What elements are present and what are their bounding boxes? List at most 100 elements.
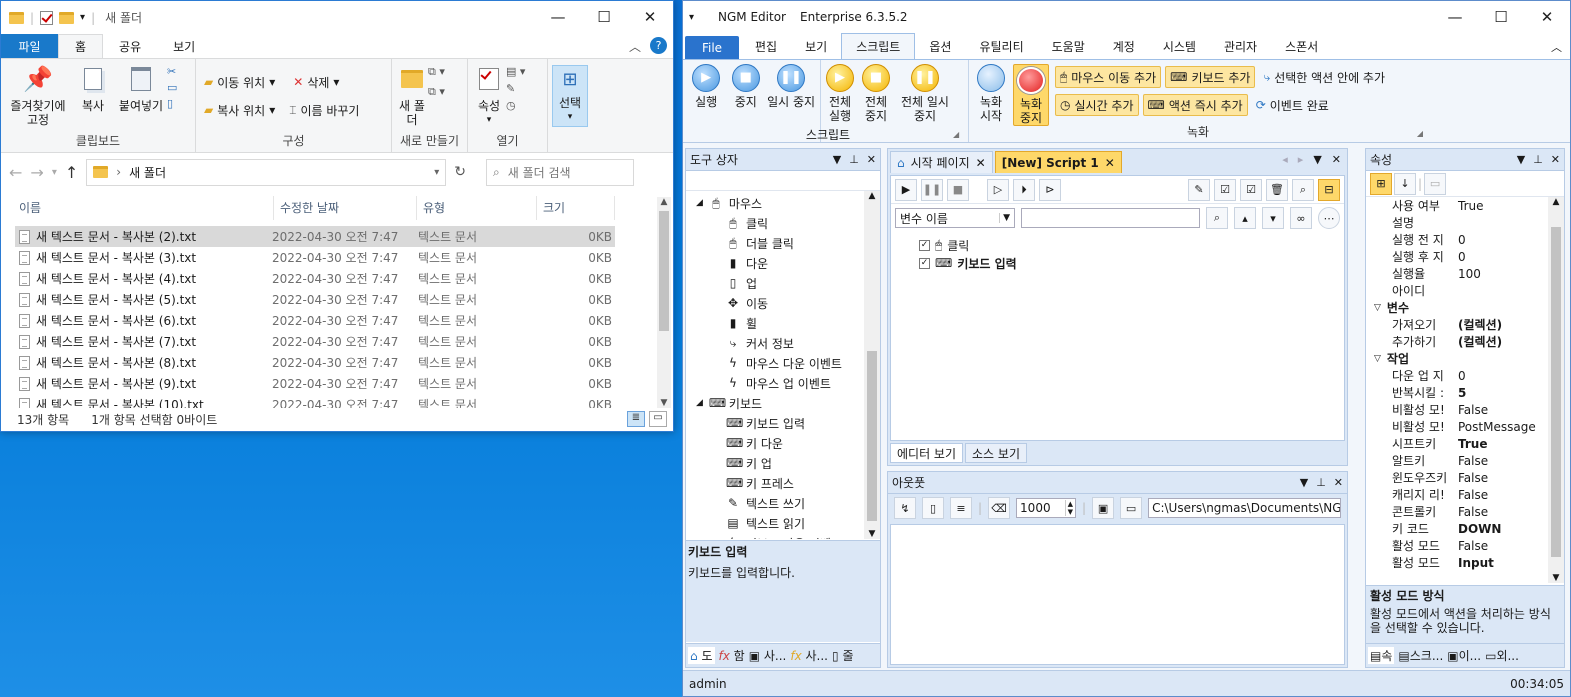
property-row[interactable]: 다운 업 지 0 <box>1366 367 1548 384</box>
close-icon[interactable]: ✕ <box>1524 1 1570 33</box>
variable-select[interactable]: 변수 이름 ▼ <box>895 208 1015 228</box>
file-row[interactable]: 새 텍스트 문서 - 복사본 (8).txt 2022-04-30 오전 7:47… <box>15 352 615 373</box>
new-item-icon[interactable]: ⧉ ▾ <box>428 65 445 79</box>
properties-quick-icon[interactable] <box>40 10 54 25</box>
add-in-selected-button[interactable]: ⤷ 선택한 액션 안에 추가 <box>1259 66 1389 88</box>
tab-images[interactable]: ▣이... <box>1447 647 1481 664</box>
close-icon[interactable]: ✕ <box>1334 476 1343 489</box>
property-pages-icon[interactable]: ▭ <box>1424 172 1447 195</box>
step-icon[interactable]: ▷ <box>987 178 1009 201</box>
file-row[interactable]: 새 텍스트 문서 - 복사본 (6).txt 2022-04-30 오전 7:47… <box>15 310 615 331</box>
save-icon[interactable]: ▣ <box>1092 497 1115 519</box>
run-to-icon[interactable]: ⏵ <box>1013 178 1035 201</box>
address-bar[interactable]: › 새 폴더 ▾ <box>86 158 447 186</box>
output-log-icon[interactable]: ↯ <box>894 497 916 519</box>
alphabetical-icon[interactable]: ↓ <box>1394 172 1416 195</box>
tab-home[interactable]: 홈 <box>58 34 104 58</box>
column-date[interactable]: 수정한 날짜 <box>274 196 417 220</box>
toolbox-scrollbar[interactable]: ▲ ▼ <box>864 191 880 539</box>
close-icon[interactable]: ✕ <box>1332 153 1341 166</box>
minimize-icon[interactable]: — <box>1432 1 1478 33</box>
search-input[interactable]: ⌕ 새 폴더 검색 <box>485 158 634 186</box>
toolbox-item[interactable]: ▤ 텍스트 읽기 <box>686 513 864 533</box>
property-row[interactable]: 윈도우즈키 False <box>1366 469 1548 486</box>
property-row[interactable]: 키 코드 DOWN <box>1366 520 1548 537</box>
property-row[interactable]: 가져오기 (컬렉션) <box>1366 316 1548 333</box>
toolbox-item[interactable]: 🖱 클릭 <box>686 213 864 233</box>
arrow-up-icon[interactable]: ▴ <box>1234 207 1256 229</box>
file-row[interactable]: 새 텍스트 문서 - 복사본 (3).txt 2022-04-30 오전 7:47… <box>15 247 615 268</box>
file-row[interactable]: 새 텍스트 문서 - 복사본 (9).txt 2022-04-30 오전 7:47… <box>15 373 615 394</box>
back-icon[interactable]: ← <box>9 163 22 182</box>
dropdown-icon[interactable]: ▼ <box>1300 476 1308 489</box>
script-node-click[interactable]: ✓ 🖱 클릭 <box>891 236 1344 254</box>
close-tab-icon[interactable]: ✕ <box>976 156 986 170</box>
forward-icon[interactable]: → <box>30 163 43 182</box>
address-dropdown-icon[interactable]: ▾ <box>434 167 439 178</box>
toolbox-item[interactable]: ϟ키보드 다운 이벤트 <box>686 533 864 539</box>
tab-functions[interactable]: fx 함 <box>719 647 745 664</box>
tab-next-icon[interactable]: ▸ <box>1298 153 1304 166</box>
easy-access-icon[interactable]: ⧉ ▾ <box>428 85 445 99</box>
tab-source-view[interactable]: 소스 보기 <box>965 443 1027 463</box>
close-tab-icon[interactable]: ✕ <box>1105 156 1115 170</box>
file-list-scrollbar[interactable]: ▲ ▼ <box>657 197 671 408</box>
collapse-ribbon-icon[interactable]: ︿ <box>629 38 641 55</box>
property-row[interactable]: 시프트키 True <box>1366 435 1548 452</box>
tab-prev-icon[interactable]: ◂ <box>1282 153 1288 166</box>
property-row[interactable]: 비활성 모! PostMessage <box>1366 418 1548 435</box>
pin-icon[interactable]: ⊥ <box>1533 153 1543 166</box>
property-row[interactable]: 활성 모드 False <box>1366 537 1548 554</box>
toolbox-item[interactable]: ⌨ 키 업 <box>686 453 864 473</box>
output-limit-stepper[interactable]: 1000 ▲ ▼ <box>1016 498 1077 518</box>
property-category[interactable]: ▽ 작업 <box>1366 350 1548 367</box>
expand-icon[interactable]: ◢ <box>696 398 703 408</box>
menu-utility[interactable]: 유틸리티 <box>965 33 1037 59</box>
file-row[interactable]: 새 텍스트 문서 - 복사본 (7).txt 2022-04-30 오전 7:47… <box>15 331 615 352</box>
dialog-launcher-icon[interactable]: ◢ <box>1417 129 1423 138</box>
file-row[interactable]: 새 텍스트 문서 - 복사본 (4).txt 2022-04-30 오전 7:47… <box>15 268 615 289</box>
checkbox[interactable]: ✓ <box>919 257 930 269</box>
tab-properties[interactable]: ▤속 <box>1368 647 1395 664</box>
copy-to-button[interactable]: ▰ 복사 위치 ▾ <box>204 99 275 121</box>
menu-file[interactable]: File <box>685 36 739 59</box>
property-row[interactable]: 아이디 <box>1366 282 1548 299</box>
open-icon[interactable]: ▤ ▾ <box>506 65 525 78</box>
toolbox-category[interactable]: ◢ 🖱 마우스 <box>686 193 864 213</box>
customize-qat-icon[interactable]: ▾ <box>80 12 85 23</box>
stop-icon[interactable]: ■ <box>947 178 969 201</box>
output-lines-icon[interactable]: ≡ <box>950 497 972 519</box>
menu-account[interactable]: 계정 <box>1099 33 1149 59</box>
property-row[interactable]: 추가하기 (컬렉션) <box>1366 333 1548 350</box>
infinity-icon[interactable]: ∞ <box>1290 207 1312 229</box>
maximize-icon[interactable]: ☐ <box>1478 1 1524 33</box>
details-view-icon[interactable]: ≣ <box>627 411 645 427</box>
new-folder-quick-icon[interactable] <box>59 11 75 24</box>
toolbox-item[interactable]: ⌨ 키보드 입력 <box>686 413 864 433</box>
tab-view[interactable]: 보기 <box>157 34 211 58</box>
folder-open-icon[interactable]: ▭ <box>1120 497 1143 519</box>
property-row[interactable]: 사용 여부 True <box>1366 197 1548 214</box>
edit-icon[interactable]: ✎ <box>1188 178 1210 201</box>
property-row[interactable]: 실행 전 지 0 <box>1366 231 1548 248</box>
property-row[interactable]: 캐리지 리! False <box>1366 486 1548 503</box>
tab-script-1[interactable]: [New] Script 1 ✕ <box>994 151 1122 173</box>
search-icon[interactable]: ⌕ <box>1206 207 1228 229</box>
column-type[interactable]: 유형 <box>417 196 537 220</box>
toolbox-item[interactable]: ⌨ 키 다운 <box>686 433 864 453</box>
add-realtime-button[interactable]: ◷ 실시간 추가 <box>1055 94 1139 116</box>
tab-script-list[interactable]: ▤스크... <box>1398 647 1443 664</box>
toolbox-search[interactable] <box>686 171 880 191</box>
tab-external[interactable]: ▭외... <box>1485 647 1519 664</box>
toolbox-item[interactable]: ⤷ 커서 정보 <box>686 333 864 353</box>
collapse-ribbon-icon[interactable]: ︿ <box>1551 39 1562 55</box>
paste-shortcut-icon[interactable]: ▯ <box>167 97 177 110</box>
dropdown-icon[interactable]: ▼ <box>1517 153 1525 166</box>
refresh-icon[interactable]: ↻ <box>454 164 466 180</box>
check-all-icon[interactable]: ☑ <box>1240 178 1262 201</box>
property-row[interactable]: 비활성 모! False <box>1366 401 1548 418</box>
toolbox-item[interactable]: ϟ 마우스 다운 이벤트 <box>686 353 864 373</box>
column-name[interactable]: 이름 <box>19 196 274 220</box>
property-scrollbar[interactable]: ▲ ▼ <box>1548 197 1564 583</box>
rename-button[interactable]: ⌶ 이름 바꾸기 <box>289 99 359 121</box>
